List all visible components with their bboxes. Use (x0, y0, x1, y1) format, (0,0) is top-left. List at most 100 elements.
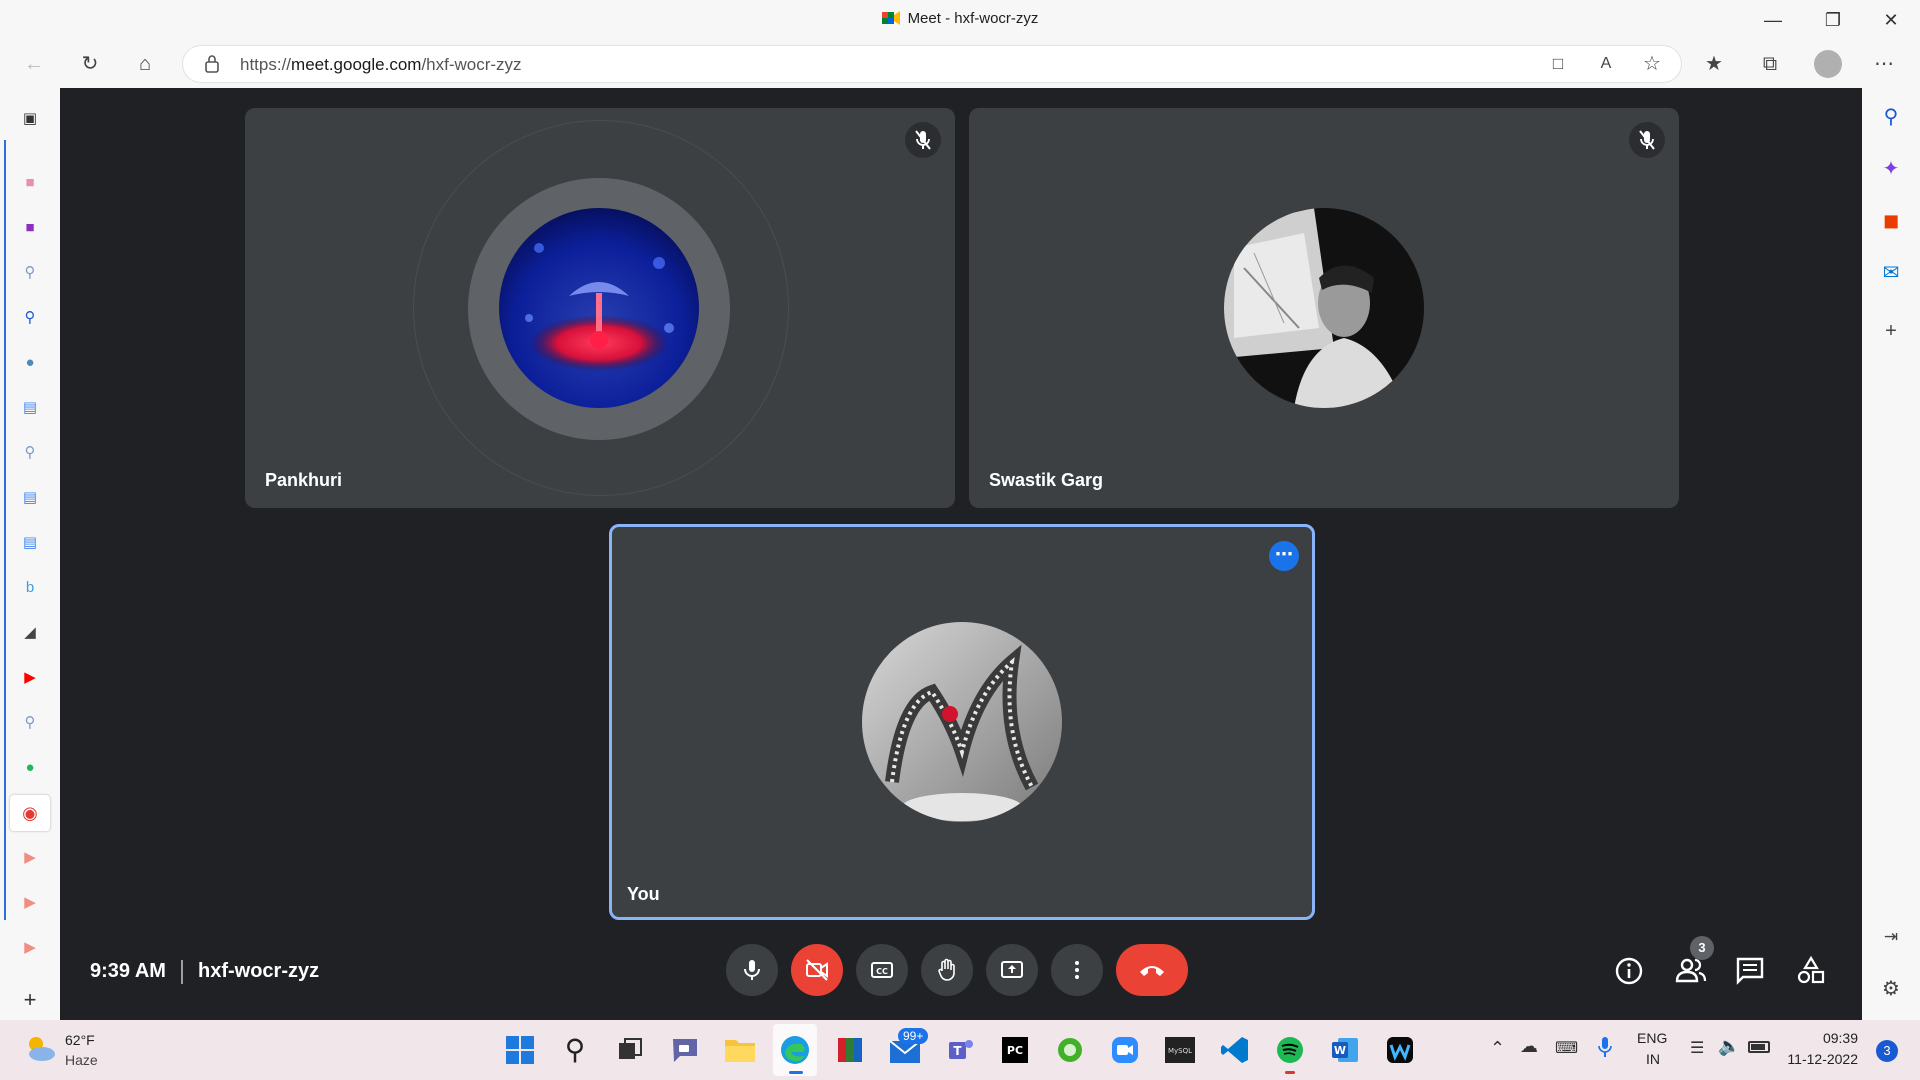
edge-icon[interactable] (775, 1030, 815, 1070)
leave-call-button[interactable] (1116, 944, 1188, 996)
refresh-button[interactable]: ↻ (72, 46, 108, 82)
notification-badge[interactable]: 3 (1876, 1040, 1898, 1062)
tab-docs-icon[interactable]: ▤ (15, 483, 45, 513)
meeting-details-icon[interactable] (1610, 952, 1648, 990)
wifi-icon[interactable]: ☰ (1690, 1038, 1704, 1058)
camera-permission-icon[interactable]: □ (1540, 46, 1576, 82)
zoom-icon[interactable] (1105, 1030, 1145, 1070)
teams-chat-icon[interactable] (665, 1030, 705, 1070)
language-code[interactable]: ENG (1637, 1030, 1667, 1046)
tab-youtube-icon[interactable]: ▶ (15, 843, 45, 873)
add-sidebar-app-icon[interactable]: + (1874, 314, 1908, 348)
restore-button[interactable]: ❐ (1810, 6, 1856, 34)
participant-name: You (627, 884, 660, 904)
tab-bing-icon[interactable]: b (15, 573, 45, 603)
avatar (1224, 208, 1424, 408)
tab-search-icon[interactable]: ⚲ (15, 438, 45, 468)
tab-group-indicator (4, 140, 6, 920)
svg-text:T: T (953, 1044, 962, 1058)
sidebar-settings-icon[interactable]: ⚙ (1874, 972, 1908, 1006)
microphone-button[interactable] (726, 944, 778, 996)
home-button[interactable]: ⌂ (127, 46, 163, 82)
camera-off-button[interactable] (791, 944, 843, 996)
new-tab-icon[interactable]: + (15, 985, 45, 1015)
show-hidden-icons[interactable]: ⌃ (1490, 1038, 1505, 1059)
tab-record-icon[interactable]: ◉ (15, 798, 45, 828)
lock-icon[interactable] (203, 54, 221, 74)
volume-icon[interactable]: 🔈 (1718, 1036, 1740, 1057)
muted-icon (905, 122, 941, 158)
webex-icon[interactable] (1380, 1030, 1420, 1070)
tab-youtube-icon[interactable]: ▶ (15, 888, 45, 918)
favorites-icon[interactable]: ★ (1696, 46, 1732, 82)
url-text[interactable]: https://meet.google.com/hxf-wocr-zyz (240, 55, 522, 75)
participant-count-badge: 3 (1690, 936, 1714, 960)
hide-sidebar-icon[interactable]: ⇥ (1874, 920, 1908, 954)
activities-icon[interactable] (1792, 952, 1830, 990)
chat-icon[interactable] (1731, 952, 1769, 990)
tab-contacts-icon[interactable]: ■ (15, 213, 45, 243)
minimize-button[interactable]: — (1750, 6, 1796, 34)
more-options-button[interactable] (1051, 944, 1103, 996)
task-view-icon[interactable] (610, 1030, 650, 1070)
tab-search-icon[interactable]: ⚲ (15, 708, 45, 738)
weather-temp[interactable]: 62°F (65, 1032, 95, 1048)
discover-icon[interactable]: ✦ (1874, 152, 1908, 186)
meeting-code: hxf-wocr-zyz (198, 960, 320, 982)
participant-name: Swastik Garg (989, 470, 1104, 490)
separator (181, 960, 183, 984)
tab-python-icon[interactable]: ● (15, 348, 45, 378)
search-icon[interactable]: ⚲ (555, 1030, 595, 1070)
onedrive-icon[interactable]: ☁ (1520, 1036, 1538, 1057)
keyboard-icon[interactable]: ⌨ (1555, 1038, 1578, 1058)
running-indicator (1285, 1071, 1295, 1074)
mail-badge: 99+ (898, 1028, 929, 1044)
svg-text:PC: PC (1007, 1044, 1023, 1057)
microphone-tray-icon[interactable] (1597, 1036, 1613, 1058)
back-button[interactable]: ← (16, 46, 52, 82)
clock-time[interactable]: 09:39 (1788, 1030, 1858, 1046)
close-window-button[interactable]: ✕ (1868, 6, 1914, 34)
tab-youtube-icon[interactable]: ▶ (15, 933, 45, 963)
tab-site-icon[interactable]: ◢ (15, 618, 45, 648)
battery-icon[interactable] (1748, 1041, 1770, 1053)
more-options-icon[interactable]: ⋯ (1269, 541, 1299, 571)
teams-icon[interactable]: T (940, 1030, 980, 1070)
svg-text:CC: CC (876, 967, 888, 976)
raise-hand-button[interactable] (921, 944, 973, 996)
weather-icon[interactable] (22, 1034, 58, 1064)
tab-contacts-icon[interactable]: ■ (15, 168, 45, 198)
add-favorite-icon[interactable]: ☆ (1634, 46, 1670, 82)
outlook-icon[interactable]: ✉ (1874, 256, 1908, 290)
clock-date[interactable]: 11-12-2022 (1780, 1051, 1858, 1067)
tab-whatsapp-icon[interactable]: ● (15, 753, 45, 783)
anaconda-icon[interactable] (1050, 1030, 1090, 1070)
word-icon[interactable]: W (1325, 1030, 1365, 1070)
tab-docs-icon[interactable]: ▤ (15, 528, 45, 558)
present-screen-button[interactable] (986, 944, 1038, 996)
office-icon[interactable]: ◼ (1874, 204, 1908, 238)
tab-docs-icon[interactable]: ▤ (15, 393, 45, 423)
tab-search-icon[interactable]: ⚲ (15, 303, 45, 333)
tab-youtube-icon[interactable]: ▶ (15, 663, 45, 693)
winrar-icon[interactable] (830, 1030, 870, 1070)
vscode-icon[interactable] (1215, 1030, 1255, 1070)
muted-icon (1629, 122, 1665, 158)
profile-avatar[interactable] (1814, 50, 1842, 78)
pycharm-icon[interactable]: PC (995, 1030, 1035, 1070)
search-icon[interactable]: ⚲ (1874, 100, 1908, 134)
tab-actions-icon[interactable]: ▣ (15, 104, 45, 134)
mysql-icon[interactable]: MySQL (1160, 1030, 1200, 1070)
start-icon[interactable] (500, 1030, 540, 1070)
read-aloud-icon[interactable]: A (1588, 46, 1624, 82)
captions-button[interactable]: CC (856, 944, 908, 996)
tab-search-icon[interactable]: ⚲ (15, 258, 45, 288)
file-explorer-icon[interactable] (720, 1030, 760, 1070)
participant-name: Pankhuri (265, 470, 343, 490)
spotify-icon[interactable] (1270, 1030, 1310, 1070)
region-code[interactable]: IN (1646, 1051, 1660, 1067)
collections-icon[interactable]: ⧉ (1752, 46, 1788, 82)
avatar (499, 208, 699, 408)
weather-desc[interactable]: Haze (65, 1052, 98, 1068)
settings-more-icon[interactable]: ⋯ (1866, 46, 1902, 82)
